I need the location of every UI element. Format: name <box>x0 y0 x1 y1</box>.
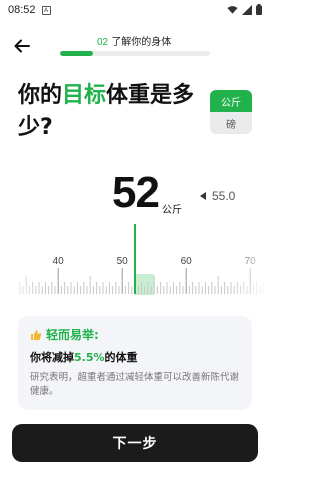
weight-ruler-slider[interactable]: 40506070 <box>0 222 270 300</box>
tip-title-text: 轻而易举: <box>46 328 99 342</box>
battery-icon <box>256 4 262 15</box>
next-button[interactable]: 下一步 <box>12 424 258 462</box>
signal-icon <box>242 4 252 15</box>
triangle-left-icon <box>200 192 206 200</box>
tip-main-highlight: 5.5% <box>74 351 105 364</box>
arrow-left-icon <box>14 39 30 53</box>
progress-fill <box>60 51 93 56</box>
step-number: 02 <box>97 37 109 48</box>
unit-toggle: 公斤 磅 <box>210 90 252 134</box>
status-icons <box>227 4 262 15</box>
thumbs-up-icon <box>31 329 42 340</box>
tip-main-suffix: 的体重 <box>104 351 138 364</box>
unit-option-kg[interactable]: 公斤 <box>210 90 252 112</box>
status-bar: 08:52 A <box>0 0 270 20</box>
tip-main: 你将减掉5.5%的体重 <box>30 349 240 365</box>
title-highlight: 目标 <box>62 83 107 108</box>
unit-option-lb[interactable]: 磅 <box>210 112 252 134</box>
tip-body: 研究表明，超重者通过减轻体重可以改善新陈代谢健康。 <box>30 372 240 397</box>
wifi-icon <box>227 5 238 14</box>
weight-value: 52 <box>112 168 160 217</box>
ruler-tick-label: 60 <box>181 256 193 267</box>
tip-title: 轻而易举: <box>30 326 240 343</box>
ruler-tick-label: 40 <box>53 256 65 267</box>
back-button[interactable] <box>10 34 34 58</box>
step-label: 02 了解你的身体 <box>97 33 171 48</box>
ruler-tick-label: 50 <box>117 256 129 267</box>
ruler-fade-right <box>230 222 270 300</box>
tip-main-prefix: 你将减掉 <box>30 351 74 364</box>
step-title: 了解你的身体 <box>111 37 172 48</box>
weight-unit: 公斤 <box>162 205 182 216</box>
progress-bar <box>60 51 210 56</box>
previous-weight: 55.0 <box>200 189 235 203</box>
ruler-fade-left <box>0 222 40 300</box>
status-time: 08:52 <box>8 4 36 16</box>
previous-weight-value: 55.0 <box>212 189 236 203</box>
tip-card: 轻而易举: 你将减掉5.5%的体重 研究表明，超重者通过减轻体重可以改善新陈代谢… <box>18 316 252 410</box>
page-title: 你的目标体重是多少? <box>18 80 203 144</box>
progress-header: 02 了解你的身体 <box>60 33 210 57</box>
title-part-1: 你的 <box>18 83 63 108</box>
notification-icon: A <box>41 5 51 15</box>
